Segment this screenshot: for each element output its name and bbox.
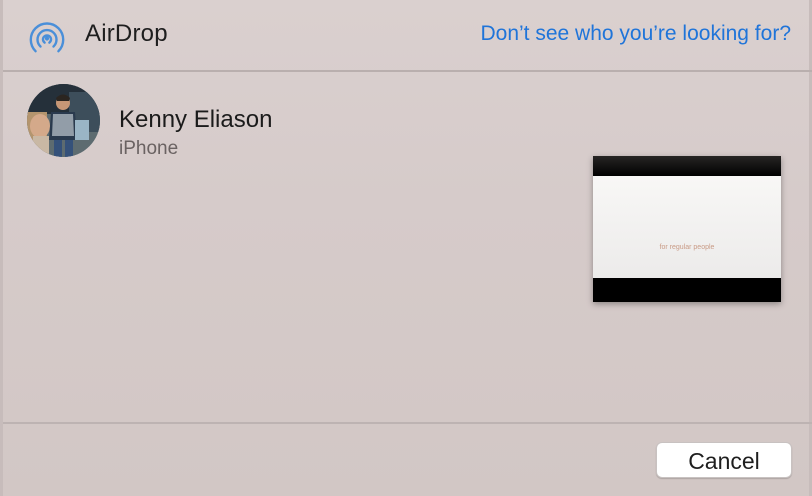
header-divider [3, 70, 812, 72]
airdrop-icon [29, 22, 65, 53]
cancel-button[interactable]: Cancel [656, 442, 792, 478]
file-preview-thumbnail: for regular people [593, 156, 781, 302]
preview-caption: for regular people [659, 244, 715, 251]
recipient-name: Kenny Eliason [119, 106, 273, 133]
recipient-item[interactable]: Kenny Eliason iPhone [27, 84, 307, 159]
preview-content: for regular people [593, 176, 781, 278]
preview-bottom-bar [593, 278, 781, 302]
help-link[interactable]: Don’t see who you’re looking for? [480, 22, 791, 46]
preview-top-bar [593, 156, 781, 176]
sheet-header: AirDrop Don’t see who you’re looking for… [3, 0, 812, 70]
recipient-device: iPhone [119, 138, 179, 159]
footer-divider [3, 422, 812, 424]
avatar [27, 84, 100, 157]
airdrop-sheet: AirDrop Don’t see who you’re looking for… [0, 0, 812, 496]
sheet-title: AirDrop [85, 20, 168, 47]
person-photo-icon [27, 84, 100, 157]
